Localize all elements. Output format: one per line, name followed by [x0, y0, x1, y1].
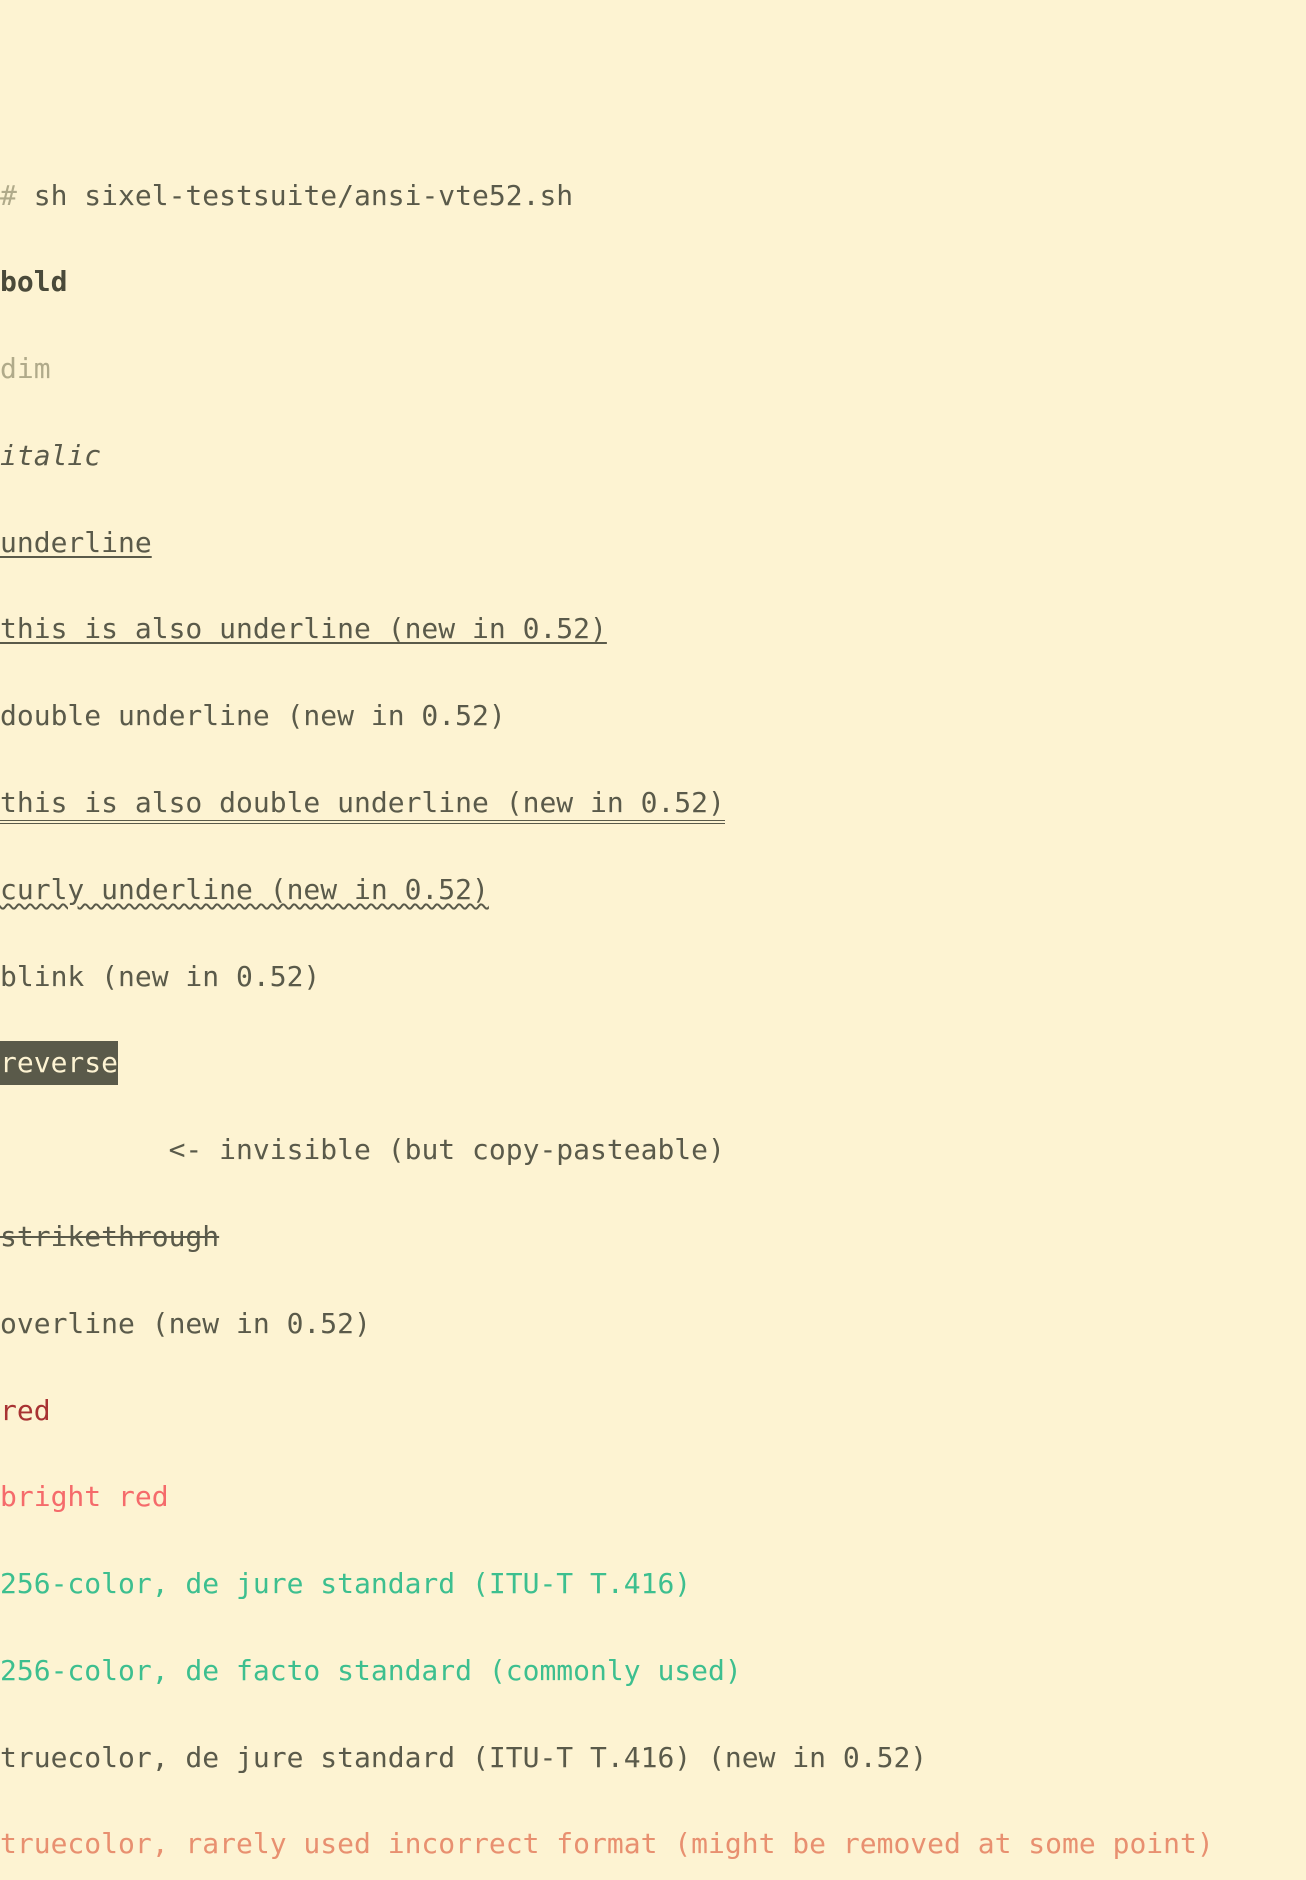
text-also-double-underline: this is also double underline (new in 0.…: [0, 786, 725, 824]
text-italic: italic: [0, 439, 101, 472]
line-double-underline: double underline (new in 0.52): [0, 694, 1306, 737]
line-dim: dim: [0, 347, 1306, 390]
line-truecolor-rare: truecolor, rarely used incorrect format …: [0, 1822, 1306, 1865]
line-underline: underline: [0, 521, 1306, 564]
text-overline: overline (new in 0.52): [0, 1307, 371, 1340]
text-bright-red: bright red: [0, 1480, 169, 1513]
text-256-defacto: 256-color, de facto standard (commonly u…: [0, 1654, 742, 1687]
text-blink: blink (new in 0.52): [0, 960, 320, 993]
line-blink: blink (new in 0.52): [0, 955, 1306, 998]
line-curly-underline: curly underline (new in 0.52): [0, 868, 1306, 911]
command-line: # sh sixel-testsuite/ansi-vte52.sh: [0, 174, 1306, 217]
line-bright-red: bright red: [0, 1475, 1306, 1518]
line-red: red: [0, 1389, 1306, 1432]
text-bold: bold: [0, 265, 67, 298]
text-invisible-hidden: invisible: [0, 1133, 152, 1166]
text-red: red: [0, 1394, 51, 1427]
text-invisible-label: <- invisible (but copy-pasteable): [152, 1133, 725, 1166]
text-double-underline: double underline (new in 0.52): [0, 699, 506, 732]
line-italic: italic: [0, 434, 1306, 477]
text-256-dejure: 256-color, de jure standard (ITU-T T.416…: [0, 1567, 691, 1600]
prompt-command[interactable]: sh sixel-testsuite/ansi-vte52.sh: [34, 179, 573, 212]
text-underline: underline: [0, 526, 152, 559]
line-truecolor-dejure: truecolor, de jure standard (ITU-T T.416…: [0, 1736, 1306, 1779]
line-overline: overline (new in 0.52): [0, 1302, 1306, 1345]
text-dim: dim: [0, 352, 51, 385]
text-strikethrough: strikethrough: [0, 1220, 219, 1253]
prompt-hash: #: [0, 179, 34, 212]
text-curly-underline: curly underline (new in 0.52): [0, 873, 489, 906]
text-reverse: reverse: [0, 1041, 118, 1084]
line-invisible: invisible <- invisible (but copy-pasteab…: [0, 1128, 1306, 1171]
text-truecolor-dejure: truecolor, de jure standard (ITU-T T.416…: [0, 1741, 927, 1774]
text-also-underline: this is also underline (new in 0.52): [0, 612, 607, 645]
line-also-underline: this is also underline (new in 0.52): [0, 607, 1306, 650]
line-256-defacto: 256-color, de facto standard (commonly u…: [0, 1649, 1306, 1692]
line-reverse: reverse: [0, 1041, 1306, 1084]
line-256-dejure: 256-color, de jure standard (ITU-T T.416…: [0, 1562, 1306, 1605]
text-truecolor-rare: truecolor, rarely used incorrect format …: [0, 1827, 1214, 1860]
line-strikethrough: strikethrough: [0, 1215, 1306, 1258]
line-also-double-underline: this is also double underline (new in 0.…: [0, 781, 1306, 824]
line-bold: bold: [0, 260, 1306, 303]
